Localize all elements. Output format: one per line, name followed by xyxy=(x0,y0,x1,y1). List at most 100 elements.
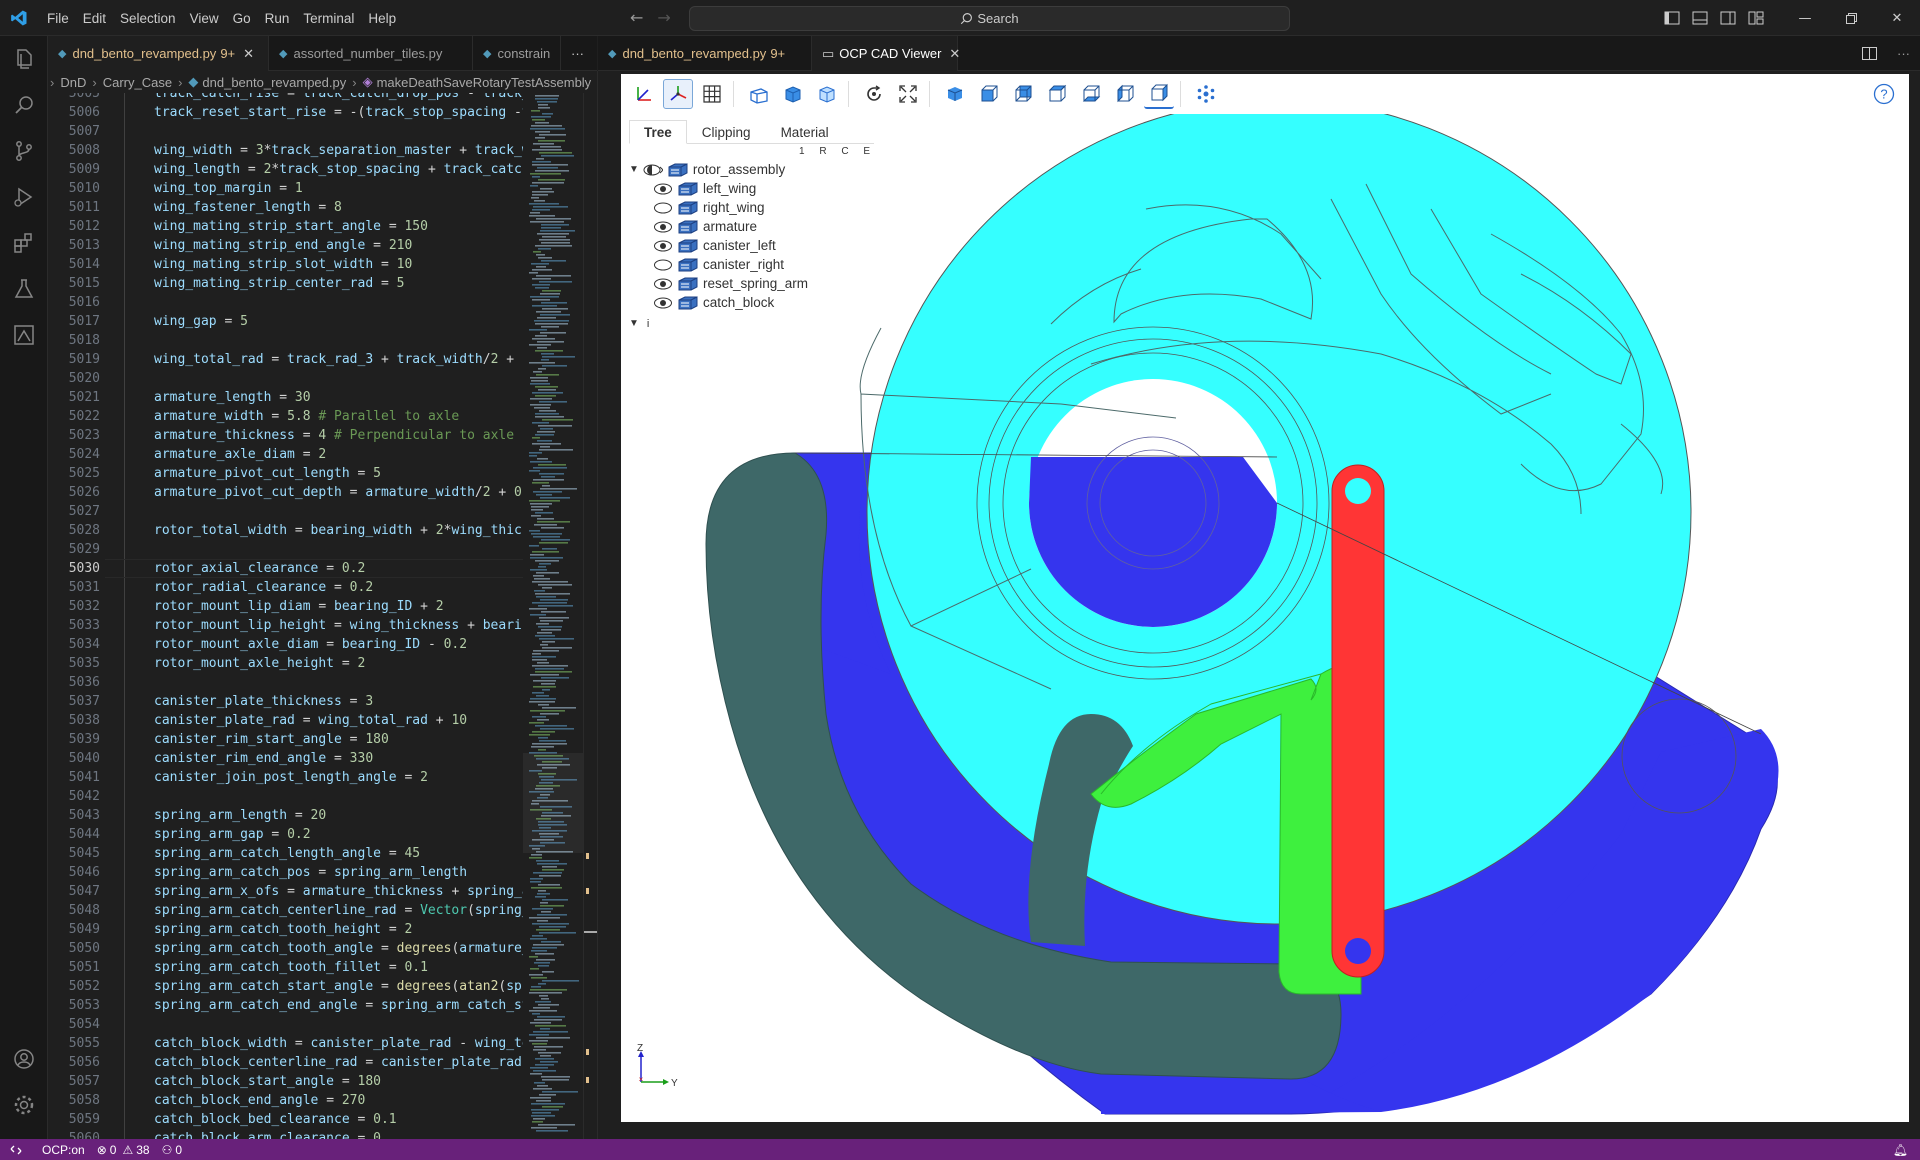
code-line[interactable]: rotor_total_width = bearing_width + 2*wi… xyxy=(154,521,523,540)
breadcrumb-folder-dnd[interactable]: DnD xyxy=(60,75,86,90)
menu-view[interactable]: View xyxy=(183,11,226,26)
code-line[interactable]: wing_length = 2*track_stop_spacing + tra… xyxy=(154,160,523,179)
remote-indicator-icon[interactable] xyxy=(0,1139,32,1160)
code-line[interactable]: catch_block_centerline_rad = canister_pl… xyxy=(154,1053,523,1072)
black-edges-icon[interactable] xyxy=(812,79,842,109)
eye-mixed-icon[interactable] xyxy=(643,164,663,176)
axes-toggle-icon[interactable] xyxy=(629,79,659,109)
tab-dnd-bento-revamped-right[interactable]: ◆ dnd_bento_revamped.py 9+ xyxy=(598,36,812,71)
tree-item[interactable]: armature xyxy=(629,217,869,236)
tree-item[interactable]: canister_right xyxy=(629,255,869,274)
fit-to-view-icon[interactable] xyxy=(893,79,923,109)
tree-root[interactable]: ▼ rotor_assembly xyxy=(629,160,869,179)
view-iso-icon[interactable] xyxy=(940,79,970,109)
code-line[interactable]: catch_block_end_angle = 270 xyxy=(154,1091,365,1110)
accounts-icon[interactable] xyxy=(0,1036,48,1082)
code-line[interactable]: rotor_mount_axle_height = 2 xyxy=(154,654,365,673)
code-line[interactable]: wing_top_margin = 1 xyxy=(154,179,303,198)
tab-material[interactable]: Material xyxy=(766,120,844,144)
code-line[interactable]: rotor_axial_clearance = 0.2 xyxy=(154,559,365,578)
tree-item-label[interactable]: canister_right xyxy=(703,257,784,272)
tree-root-label[interactable]: rotor_assembly xyxy=(693,162,785,177)
tree-item-label[interactable]: canister_left xyxy=(703,238,776,253)
code-line[interactable]: armature_pivot_cut_depth = armature_widt… xyxy=(154,483,523,502)
code-line[interactable]: spring_arm_catch_centerline_rad = Vector… xyxy=(154,901,523,920)
more-actions-icon[interactable]: ··· xyxy=(1887,36,1920,71)
back-arrow-icon[interactable]: ← xyxy=(630,8,643,27)
code-line[interactable]: catch_block_bed_clearance = 0.1 xyxy=(154,1110,397,1129)
minimize-button[interactable]: — xyxy=(1782,0,1828,36)
view-bottom-icon[interactable] xyxy=(1076,79,1106,109)
code-line[interactable]: wing_width = 3*track_separation_master +… xyxy=(154,141,523,160)
code-line[interactable]: rotor_radial_clearance = 0.2 xyxy=(154,578,373,597)
code-line[interactable]: spring_arm_catch_tooth_fillet = 0.1 xyxy=(154,958,428,977)
code-line[interactable]: armature_thickness = 4 # Perpendicular t… xyxy=(154,426,514,445)
tab-clipping[interactable]: Clipping xyxy=(687,120,766,144)
code-line[interactable]: canister_plate_thickness = 3 xyxy=(154,692,373,711)
code-line[interactable]: canister_rim_start_angle = 180 xyxy=(154,730,389,749)
testing-flask-icon[interactable] xyxy=(0,266,48,312)
collapse-arrow-icon[interactable]: ▼ xyxy=(629,318,639,329)
tree-item-label[interactable]: reset_spring_arm xyxy=(703,276,808,291)
eye-visible-icon[interactable] xyxy=(653,183,673,195)
code-line[interactable]: spring_arm_gap = 0.2 xyxy=(154,825,311,844)
manage-gear-icon[interactable] xyxy=(0,1082,48,1128)
code-editor[interactable]: 5005 track_catch_rise = track_catch_drop_… xyxy=(48,93,523,1139)
tree-item-label[interactable]: right_wing xyxy=(703,200,765,215)
view-rear-icon[interactable] xyxy=(1008,79,1038,109)
code-line[interactable]: wing_gap = 5 xyxy=(154,312,248,331)
info-row[interactable]: ▼ i xyxy=(629,314,869,333)
code-line[interactable]: armature_axle_diam = 2 xyxy=(154,445,326,464)
eye-hidden-icon[interactable] xyxy=(653,259,673,271)
breadcrumb-folder-carry-case[interactable]: Carry_Case xyxy=(103,75,172,90)
axes-at-origin-icon[interactable] xyxy=(663,79,693,109)
breadcrumb-file[interactable]: dnd_bento_revamped.py xyxy=(202,75,346,90)
tree-item[interactable]: catch_block xyxy=(629,293,869,312)
grid-toggle-icon[interactable] xyxy=(697,79,727,109)
search-view-icon[interactable] xyxy=(0,82,48,128)
editor-scrollbar[interactable] xyxy=(583,93,598,1139)
ports-status[interactable]: ⚇ 0 xyxy=(156,1143,188,1157)
split-editor-icon[interactable] xyxy=(1852,36,1887,71)
code-line[interactable]: armature_pivot_cut_length = 5 xyxy=(154,464,381,483)
tab-constrain[interactable]: ◆ constrain xyxy=(473,36,561,71)
code-line[interactable]: wing_mating_strip_slot_width = 10 xyxy=(154,255,412,274)
run-debug-icon[interactable] xyxy=(0,174,48,220)
view-top-icon[interactable] xyxy=(1042,79,1072,109)
ocp-cad-viewer-icon[interactable] xyxy=(0,312,48,358)
menu-edit[interactable]: Edit xyxy=(76,11,113,26)
command-center-search[interactable]: Search xyxy=(689,6,1290,31)
perspective-camera-icon[interactable] xyxy=(744,79,774,109)
code-line[interactable]: catch_block_start_angle = 180 xyxy=(154,1072,381,1091)
view-right-icon[interactable] xyxy=(1144,79,1174,109)
code-line[interactable]: wing_fastener_length = 8 xyxy=(154,198,342,217)
menu-file[interactable]: File xyxy=(40,11,76,26)
help-icon[interactable]: ? xyxy=(1869,79,1899,109)
code-line[interactable]: spring_arm_catch_end_angle = spring_arm_… xyxy=(154,996,523,1015)
code-line[interactable]: track_reset_start_rise = -(track_stop_sp… xyxy=(154,103,523,122)
source-control-icon[interactable] xyxy=(0,128,48,174)
tab-tree[interactable]: Tree xyxy=(629,120,687,144)
tab-assorted-number-tiles[interactable]: ◆ assorted_number_tiles.py xyxy=(269,36,473,71)
code-line[interactable]: spring_arm_catch_tooth_angle = degrees(a… xyxy=(154,939,523,958)
close-window-button[interactable]: ✕ xyxy=(1874,0,1920,36)
tree-item[interactable]: right_wing xyxy=(629,198,869,217)
toggle-secondary-sidebar-icon[interactable] xyxy=(1714,0,1742,36)
tree-item[interactable]: canister_left xyxy=(629,236,869,255)
extensions-icon[interactable] xyxy=(0,220,48,266)
code-line[interactable]: wing_total_rad = track_rad_3 + track_wid… xyxy=(154,350,523,369)
code-line[interactable]: track_catch_rise = track_catch_drop_pos … xyxy=(154,93,523,103)
code-line[interactable]: rotor_mount_axle_diam = bearing_ID - 0.2 xyxy=(154,635,467,654)
problems-status[interactable]: ⊗ 0 ⚠ 38 xyxy=(91,1143,156,1157)
tree-item[interactable]: left_wing xyxy=(629,179,869,198)
ocp-status[interactable]: OCP:on xyxy=(36,1143,91,1157)
menu-run[interactable]: Run xyxy=(258,11,297,26)
code-line[interactable]: wing_mating_strip_center_rad = 5 xyxy=(154,274,404,293)
menu-selection[interactable]: Selection xyxy=(113,11,183,26)
tree-item-label[interactable]: catch_block xyxy=(703,295,774,310)
eye-visible-icon[interactable] xyxy=(653,278,673,290)
collapse-arrow-icon[interactable]: ▼ xyxy=(629,164,639,175)
breadcrumb-symbol[interactable]: makeDeathSaveRotaryTestAssembly xyxy=(377,75,592,90)
view-left-icon[interactable] xyxy=(1110,79,1140,109)
code-line[interactable]: canister_join_post_length_angle = 2 xyxy=(154,768,428,787)
